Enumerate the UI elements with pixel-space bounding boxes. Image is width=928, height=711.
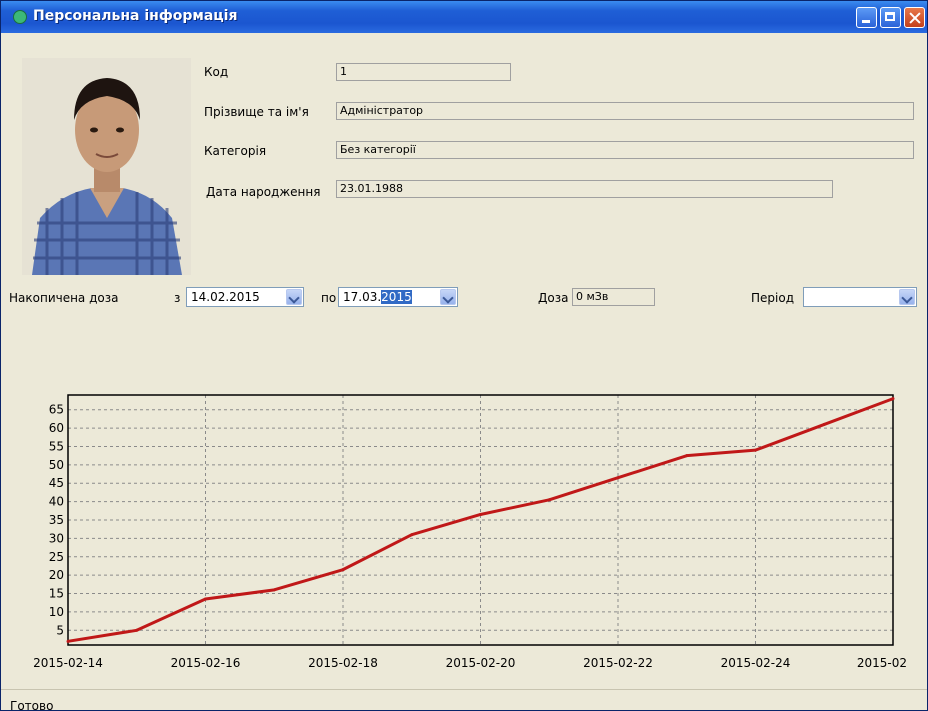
date-to-selected-year: 2015 <box>381 290 412 304</box>
dose-label: Доза <box>538 291 569 305</box>
name-field[interactable]: Адміністратор <box>336 102 914 120</box>
y-tick-label: 35 <box>49 513 64 527</box>
data-point <box>822 422 826 426</box>
date-from-picker[interactable]: 14.02.2015 <box>186 287 304 307</box>
date-from-value: 14.02.2015 <box>191 290 260 304</box>
period-label: Період <box>751 291 794 305</box>
dose-chart-svg: 5 10 15 20 25 30 35 40 45 50 55 60 65 2015-02-14 2015-… <box>33 394 907 670</box>
y-tick-label: 50 <box>49 458 64 472</box>
data-point <box>341 568 345 572</box>
y-tick-label: 55 <box>49 439 64 453</box>
x-tick-label: 2015-02-20 <box>446 656 516 670</box>
y-tick-label: 65 <box>49 403 64 417</box>
date-to-label: по <box>321 291 337 305</box>
data-point <box>754 448 757 452</box>
close-button[interactable] <box>904 7 925 28</box>
y-tick-label: 10 <box>49 605 64 619</box>
y-tick-label: 45 <box>49 476 64 490</box>
data-point <box>410 533 414 537</box>
profile-photo <box>22 58 191 275</box>
minimize-button[interactable] <box>856 7 877 28</box>
y-tick-label: 25 <box>49 550 64 564</box>
dose-chart: 5 10 15 20 25 30 35 40 45 50 55 60 65 2015-02-14 2015-… <box>21 386 916 676</box>
data-point <box>204 597 207 601</box>
y-tick-label: 20 <box>49 568 64 582</box>
x-tick-label: 2015-02-18 <box>308 656 378 670</box>
date-to-value: 17.03. <box>343 290 382 304</box>
birthdate-field[interactable]: 23.01.1988 <box>336 180 833 198</box>
code-label: Код <box>204 65 229 79</box>
x-tick-label: 2015-02-22 <box>583 656 653 670</box>
name-label: Прізвище та ім'я <box>204 105 309 119</box>
y-tick-label: 5 <box>56 623 64 637</box>
data-point <box>272 588 276 592</box>
data-point <box>547 498 551 502</box>
period-select[interactable] <box>803 287 917 307</box>
y-tick-label: 60 <box>49 421 64 435</box>
accumulated-dose-label: Накопичена доза <box>9 291 119 305</box>
app-icon <box>13 10 27 24</box>
category-label: Категорія <box>204 144 267 158</box>
category-field[interactable]: Без категорії <box>336 141 914 159</box>
x-tick-label: 2015-02-14 <box>33 656 103 670</box>
date-to-picker[interactable]: 17.03.2015 <box>338 287 458 307</box>
title-bar[interactable]: Персональна інформація <box>1 1 927 33</box>
dose-field[interactable]: 0 мЗв <box>572 288 655 306</box>
data-point <box>66 639 70 643</box>
y-tick-label: 15 <box>49 587 64 601</box>
chevron-down-icon[interactable] <box>899 289 915 305</box>
x-tick-label: 2015-02 <box>857 656 907 670</box>
window: Персональна інформація Код 1 Прізвище та… <box>0 0 928 711</box>
y-tick-label: 40 <box>49 495 64 509</box>
status-bar: Готово <box>1 689 927 711</box>
data-point <box>891 397 895 401</box>
chevron-down-icon[interactable] <box>286 289 302 305</box>
maximize-button[interactable] <box>880 7 901 28</box>
date-from-label: з <box>174 291 181 305</box>
status-text: Готово <box>10 699 54 711</box>
x-tick-label: 2015-02-16 <box>171 656 241 670</box>
data-point <box>135 628 139 632</box>
y-tick-label: 30 <box>49 531 64 545</box>
x-tick-label: 2015-02-24 <box>721 656 791 670</box>
data-point <box>479 512 482 516</box>
data-point <box>685 454 689 458</box>
data-point <box>616 476 620 480</box>
chevron-down-icon[interactable] <box>440 289 456 305</box>
code-field[interactable]: 1 <box>336 63 511 81</box>
birthdate-label: Дата народження <box>206 185 321 199</box>
window-title: Персональна інформація <box>33 8 238 24</box>
